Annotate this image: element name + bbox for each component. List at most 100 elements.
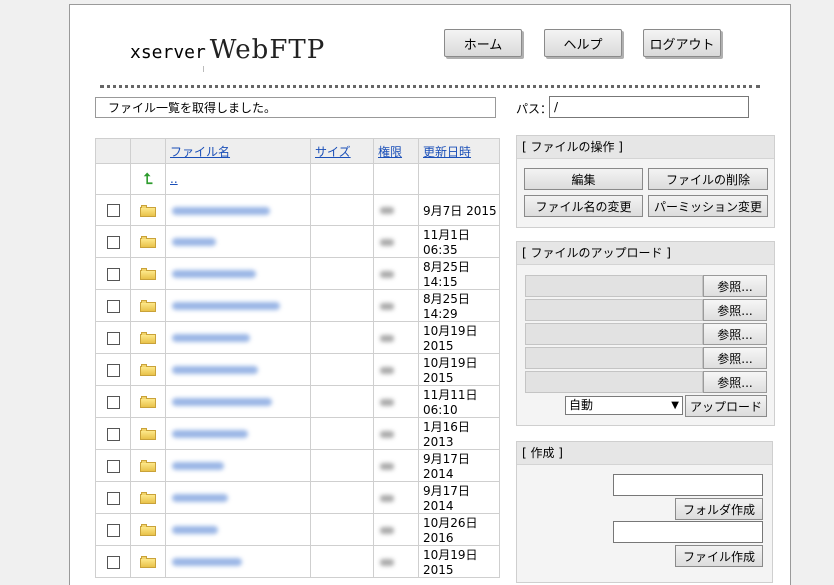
permission-value <box>380 366 394 374</box>
sort-by-date-link[interactable]: 更新日時 <box>423 145 471 159</box>
table-row[interactable]: 9月17日 2014 <box>95 449 500 482</box>
edit-button[interactable]: 編集 <box>524 168 643 190</box>
row-checkbox[interactable] <box>106 299 120 313</box>
row-checkbox[interactable] <box>106 363 120 377</box>
file-name-link[interactable] <box>172 494 228 502</box>
table-row[interactable]: 10月26日 2016 <box>95 513 500 546</box>
permission-value <box>380 526 394 534</box>
table-row[interactable]: 1月16日 2013 <box>95 417 500 450</box>
upload-file-field[interactable] <box>525 347 703 369</box>
table-row[interactable]: 11月11日 06:10 <box>95 385 500 418</box>
row-checkbox[interactable] <box>106 491 120 505</box>
permission-value <box>380 207 394 214</box>
permission-value <box>380 430 394 438</box>
file-name-link[interactable] <box>172 206 270 215</box>
delete-file-button[interactable]: ファイルの削除 <box>648 168 768 190</box>
permission-value <box>380 462 394 470</box>
file-name-input[interactable] <box>613 521 763 543</box>
table-row[interactable]: 9月17日 2014 <box>95 481 500 514</box>
table-row[interactable]: 11月1日 06:35 <box>95 225 500 258</box>
upload-file-field[interactable] <box>525 299 703 321</box>
parent-folder-icon[interactable]: ⮤ <box>144 170 153 188</box>
browse-button[interactable]: 参照... <box>703 275 767 297</box>
header-divider <box>100 85 760 88</box>
table-row[interactable]: 10月19日 2015 <box>95 321 500 354</box>
path-input[interactable] <box>549 96 749 118</box>
change-permission-button[interactable]: パーミッション変更 <box>648 195 768 217</box>
upload-file-field[interactable] <box>525 371 703 393</box>
parent-dir-link[interactable]: .. <box>170 172 178 186</box>
row-checkbox[interactable] <box>106 427 120 441</box>
modified-date: 9月7日 2015 <box>418 194 500 226</box>
browse-button[interactable]: 参照... <box>703 323 767 345</box>
row-checkbox[interactable] <box>106 395 120 409</box>
file-name-link[interactable] <box>172 238 216 246</box>
upload-file-field[interactable] <box>525 323 703 345</box>
table-row[interactable]: 10月19日 2015 <box>95 545 500 578</box>
modified-date: 8月25日 14:15 <box>418 257 500 290</box>
table-header-row: ファイル名 サイズ 権限 更新日時 <box>95 138 500 164</box>
modified-date: 10月19日 2015 <box>418 545 500 578</box>
path-label: パス： <box>516 102 553 116</box>
browse-button[interactable]: 参照... <box>703 299 767 321</box>
file-ops-panel: [ ファイルの操作 ] 編集 ファイルの削除 ファイル名の変更 パーミッション変… <box>516 135 775 228</box>
parent-dir-row[interactable]: ⮤ .. <box>95 163 500 195</box>
table-row[interactable]: 8月25日 14:15 <box>95 257 500 290</box>
file-name-link[interactable] <box>172 558 242 566</box>
file-name-link[interactable] <box>172 366 258 374</box>
transfer-mode-select[interactable]: 自動 ▼ <box>565 396 683 415</box>
table-row[interactable]: 10月19日 2015 <box>95 353 500 386</box>
home-button[interactable]: ホーム <box>444 29 522 57</box>
upload-file-field[interactable] <box>525 275 703 297</box>
upload-title: [ ファイルのアップロード ] <box>517 242 774 265</box>
sort-by-size-link[interactable]: サイズ <box>315 145 351 159</box>
file-table: ファイル名 サイズ 権限 更新日時 ⮤ .. 9月7日 2015 11月1日 0… <box>95 138 500 578</box>
row-checkbox[interactable] <box>106 235 120 249</box>
file-name-link[interactable] <box>172 270 256 278</box>
row-checkbox[interactable] <box>106 331 120 345</box>
header-name: ファイル名 <box>165 138 311 164</box>
permission-value <box>380 494 394 502</box>
modified-date: 9月17日 2014 <box>418 449 500 482</box>
browse-button[interactable]: 参照... <box>703 371 767 393</box>
folder-name-input[interactable] <box>613 474 763 496</box>
browse-button[interactable]: 参照... <box>703 347 767 369</box>
logo: xserver WebFTP <box>130 35 325 65</box>
row-checkbox[interactable] <box>106 204 120 217</box>
folder-icon <box>140 428 156 440</box>
folder-icon <box>140 300 156 312</box>
modified-date: 11月1日 06:35 <box>418 225 500 258</box>
transfer-mode-value: 自動 <box>569 398 594 412</box>
table-row[interactable]: 8月25日 14:29 <box>95 289 500 322</box>
permission-value <box>380 398 394 406</box>
sort-by-name-link[interactable]: ファイル名 <box>170 145 230 159</box>
sort-by-permission-link[interactable]: 権限 <box>378 145 402 159</box>
file-name-link[interactable] <box>172 302 280 310</box>
file-name-link[interactable] <box>172 398 272 406</box>
row-checkbox[interactable] <box>106 267 120 281</box>
modified-date: 1月16日 2013 <box>418 417 500 450</box>
row-checkbox[interactable] <box>106 555 120 569</box>
table-row[interactable]: 9月7日 2015 <box>95 194 500 226</box>
create-file-button[interactable]: ファイル作成 <box>675 545 763 567</box>
folder-icon <box>140 204 156 217</box>
file-name-link[interactable] <box>172 462 224 470</box>
modified-date: 10月19日 2015 <box>418 321 500 354</box>
rename-file-button[interactable]: ファイル名の変更 <box>524 195 643 217</box>
file-name-link[interactable] <box>172 334 250 342</box>
header-icon-cell <box>130 138 166 164</box>
row-checkbox[interactable] <box>106 459 120 473</box>
upload-button[interactable]: アップロード <box>685 395 767 417</box>
header-size: サイズ <box>310 138 374 164</box>
file-name-link[interactable] <box>172 526 218 534</box>
create-folder-button[interactable]: フォルダ作成 <box>675 498 763 520</box>
create-panel: [ 作成 ] フォルダ作成 ファイル作成 <box>516 441 773 583</box>
status-message: ファイル一覧を取得しました。 <box>95 97 496 118</box>
help-button[interactable]: ヘルプ <box>544 29 622 57</box>
chevron-down-icon: ▼ <box>671 400 679 411</box>
file-name-link[interactable] <box>172 430 248 438</box>
folder-icon <box>140 524 156 536</box>
row-checkbox[interactable] <box>106 523 120 537</box>
logout-button[interactable]: ログアウト <box>643 29 721 57</box>
modified-date: 8月25日 14:29 <box>418 289 500 322</box>
